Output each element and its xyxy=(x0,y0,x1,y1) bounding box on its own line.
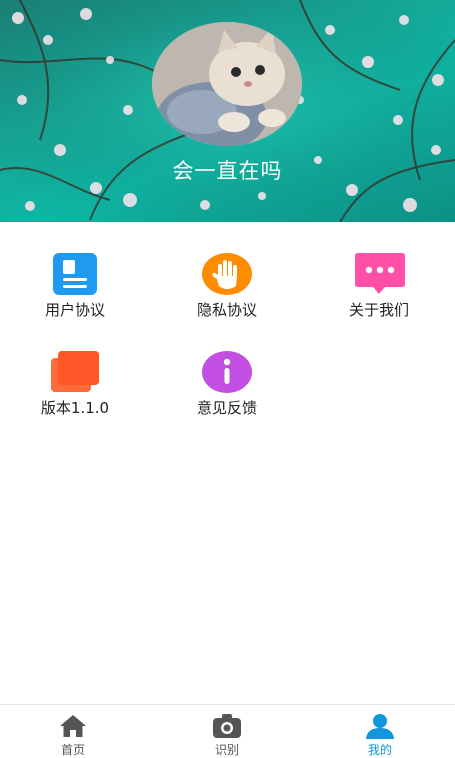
tab-mine[interactable]: 我的 xyxy=(330,713,430,758)
menu-item-label: 版本1.1.0 xyxy=(40,399,110,417)
camera-icon xyxy=(213,714,241,738)
info-icon xyxy=(202,351,252,393)
user-icon xyxy=(366,714,394,739)
tab-recognize[interactable]: 识别 xyxy=(177,713,277,758)
menu-item-label: 隐私协议 xyxy=(196,301,257,319)
nickname: 会一直在吗 xyxy=(172,159,283,183)
tab-label: 识别 xyxy=(214,743,239,757)
bottom-tab-bar: 首页 识别 我的 xyxy=(0,704,455,758)
tab-label: 首页 xyxy=(60,743,85,757)
menu-item-label: 关于我们 xyxy=(348,301,409,319)
menu-item-privacy-agreement[interactable]: 隐私协议 xyxy=(152,252,302,320)
menu-item-user-agreement[interactable]: 用户协议 xyxy=(0,252,150,320)
document-icon xyxy=(53,253,97,295)
menu-item-about-us[interactable]: 关于我们 xyxy=(304,252,454,320)
chat-bubble-icon xyxy=(355,253,405,294)
menu-item-version[interactable]: 版本1.1.0 xyxy=(0,350,150,418)
cat-photo-avatar-image xyxy=(152,22,302,146)
profile-banner: 会一直在吗 xyxy=(0,0,455,222)
menu-item-label: 意见反馈 xyxy=(196,399,257,417)
layers-icon xyxy=(51,351,99,392)
avatar[interactable] xyxy=(152,22,302,146)
menu-item-label: 用户协议 xyxy=(44,301,105,319)
profile-page: 会一直在吗 用户协议 隐私协议 关于我们 版本1.1.0 意见反馈 首页 识别 … xyxy=(0,0,455,758)
tab-home[interactable]: 首页 xyxy=(23,713,123,758)
menu-item-feedback[interactable]: 意见反馈 xyxy=(152,350,302,418)
tab-label: 我的 xyxy=(367,743,392,757)
home-icon xyxy=(60,715,86,737)
hand-icon xyxy=(202,253,252,295)
